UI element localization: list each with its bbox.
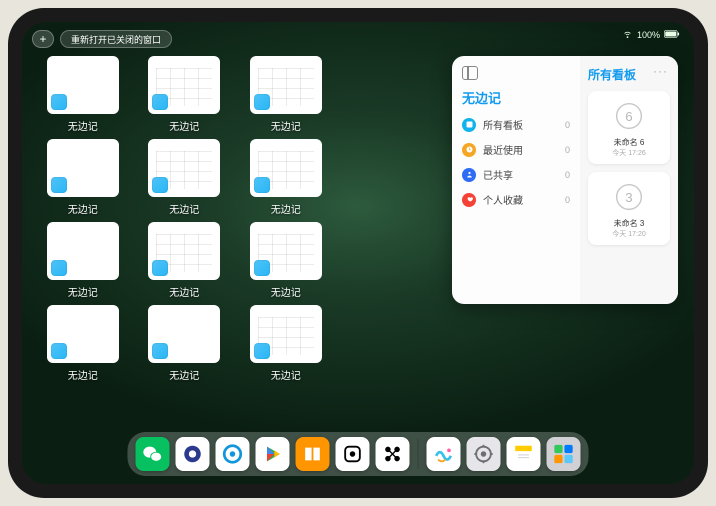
boards-panel: 所有看板 6 未命名 6今天 17:26 3 未命名 3今天 17:20 <box>580 56 678 304</box>
app-window-thumb[interactable]: 无边记 <box>241 305 331 382</box>
dock-app-folder[interactable] <box>547 437 581 471</box>
board-preview: 3 <box>610 178 648 216</box>
thumb-preview <box>47 139 119 197</box>
sidebar-item-count: 0 <box>565 170 570 180</box>
sidebar-item[interactable]: 所有看板 0 <box>462 117 570 132</box>
app-window-thumb[interactable]: 无边记 <box>140 56 230 133</box>
top-buttons: + 重新打开已关闭的窗口 <box>32 30 172 48</box>
app-switcher-grid: 无边记无边记无边记无边记无边记无边记无边记无边记无边记无边记无边记无边记 <box>38 56 432 428</box>
sidebar-panel: 无边记 所有看板 0 最近使用 0 已共享 0 个人收藏 0 <box>452 56 580 304</box>
thumb-preview <box>47 222 119 280</box>
app-window-thumb[interactable]: 无边记 <box>140 222 230 299</box>
sidebar-list: 所有看板 0 最近使用 0 已共享 0 个人收藏 0 <box>462 117 570 207</box>
sidebar-item-count: 0 <box>565 195 570 205</box>
thumb-preview <box>250 222 322 280</box>
thumb-label: 无边记 <box>68 284 98 299</box>
sidebar-item[interactable]: 个人收藏 0 <box>462 192 570 207</box>
thumb-label: 无边记 <box>68 118 98 133</box>
dock-app-settings[interactable] <box>467 437 501 471</box>
reopen-closed-window-button[interactable]: 重新打开已关闭的窗口 <box>60 30 172 48</box>
app-window-thumb[interactable]: 无边记 <box>241 56 331 133</box>
thumb-label: 无边记 <box>271 118 301 133</box>
board-card[interactable]: 3 未命名 3今天 17:20 <box>588 172 670 245</box>
sidebar-item[interactable]: 已共享 0 <box>462 167 570 182</box>
thumb-label: 无边记 <box>169 201 199 216</box>
thumb-label: 无边记 <box>169 118 199 133</box>
app-window-thumb[interactable]: 无边记 <box>38 139 128 216</box>
board-preview: 6 <box>610 97 648 135</box>
board-time: 今天 17:20 <box>612 229 645 239</box>
svg-text:3: 3 <box>625 190 632 205</box>
thumb-label: 无边记 <box>169 284 199 299</box>
dock-app-wechat[interactable] <box>136 437 170 471</box>
thumb-preview <box>148 222 220 280</box>
board-card[interactable]: 6 未命名 6今天 17:26 <box>588 91 670 164</box>
thumb-label: 无边记 <box>271 367 301 382</box>
app-window-thumb[interactable]: 无边记 <box>241 139 331 216</box>
app-window-thumb[interactable]: 无边记 <box>241 222 331 299</box>
sidebar-title: 无边记 <box>462 88 570 107</box>
dock-app-freeform[interactable] <box>427 437 461 471</box>
sidebar-toggle[interactable] <box>462 66 570 80</box>
status-bar: 100% <box>622 28 680 41</box>
dock-app-quark[interactable] <box>176 437 210 471</box>
dock-app-playstore[interactable] <box>256 437 290 471</box>
more-icon[interactable]: ··· <box>653 64 668 78</box>
app-window-thumb[interactable]: 无边记 <box>140 139 230 216</box>
board-name: 未命名 6 <box>614 137 645 148</box>
app-window-thumb[interactable]: 无边记 <box>140 305 230 382</box>
app-window-thumb[interactable]: 无边记 <box>38 305 128 382</box>
boards-list: 6 未命名 6今天 17:26 3 未命名 3今天 17:20 <box>588 91 670 245</box>
sidebar-item-count: 0 <box>565 120 570 130</box>
thumb-label: 无边记 <box>169 367 199 382</box>
sidebar-item-count: 0 <box>565 145 570 155</box>
sidebar-item[interactable]: 最近使用 0 <box>462 142 570 157</box>
thumb-preview <box>250 305 322 363</box>
thumb-preview <box>148 56 220 114</box>
sidebar-item-label: 个人收藏 <box>483 192 523 207</box>
board-time: 今天 17:26 <box>612 148 645 158</box>
thumb-preview <box>250 56 322 114</box>
sidebar-item-label: 最近使用 <box>483 142 523 157</box>
app-window-thumb[interactable]: 无边记 <box>38 56 128 133</box>
sidebar-item-icon <box>462 118 476 132</box>
dock-app-dice[interactable] <box>336 437 370 471</box>
board-name: 未命名 3 <box>614 218 645 229</box>
new-window-button[interactable]: + <box>32 30 54 48</box>
app-window-thumb[interactable]: 无边记 <box>38 222 128 299</box>
thumb-label: 无边记 <box>271 284 301 299</box>
sidebar-item-label: 已共享 <box>483 167 513 182</box>
thumb-preview <box>148 305 220 363</box>
ipad-frame: 100% + 重新打开已关闭的窗口 无边记无边记无边记无边记无边记无边记无边记无… <box>8 8 708 498</box>
dock-separator <box>418 439 419 469</box>
svg-text:6: 6 <box>625 109 632 124</box>
wifi-icon <box>622 28 633 41</box>
content-area: 无边记无边记无边记无边记无边记无边记无边记无边记无边记无边记无边记无边记 ···… <box>38 56 678 428</box>
boards-title: 所有看板 <box>588 66 636 83</box>
thumb-preview <box>148 139 220 197</box>
sidebar-item-icon <box>462 168 476 182</box>
battery-icon <box>664 30 680 40</box>
freeform-window[interactable]: ··· 无边记 所有看板0最近使用0已共享0个人收藏0 所有看板 6未命名 6今… <box>452 56 678 304</box>
thumb-preview <box>47 56 119 114</box>
dock <box>128 432 589 476</box>
dock-app-notes[interactable] <box>507 437 541 471</box>
thumb-preview <box>250 139 322 197</box>
sidebar-item-icon <box>462 193 476 207</box>
sidebar-icon <box>462 66 478 80</box>
dock-app-connect[interactable] <box>376 437 410 471</box>
screen: 100% + 重新打开已关闭的窗口 无边记无边记无边记无边记无边记无边记无边记无… <box>22 22 694 484</box>
battery-text: 100% <box>637 30 660 40</box>
thumb-label: 无边记 <box>271 201 301 216</box>
thumb-label: 无边记 <box>68 201 98 216</box>
sidebar-item-label: 所有看板 <box>483 117 523 132</box>
dock-app-qqbrowser[interactable] <box>216 437 250 471</box>
sidebar-item-icon <box>462 143 476 157</box>
thumb-preview <box>47 305 119 363</box>
dock-app-books[interactable] <box>296 437 330 471</box>
thumb-label: 无边记 <box>68 367 98 382</box>
